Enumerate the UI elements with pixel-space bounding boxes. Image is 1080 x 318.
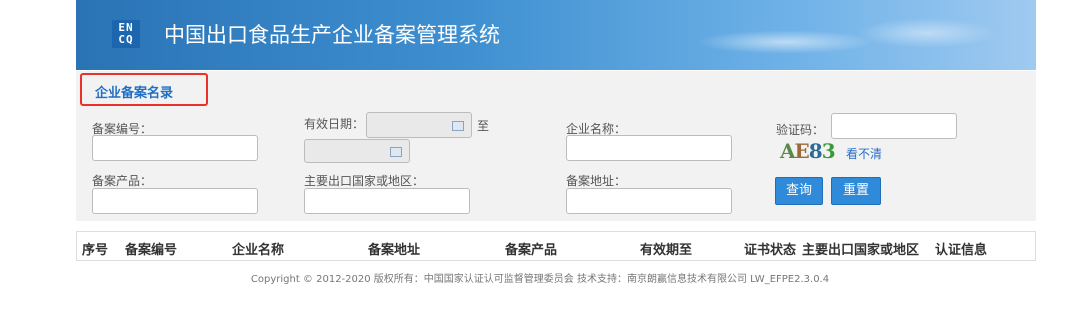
column-header: 企业名称	[232, 243, 285, 258]
footer-copyright: Copyright © 2012-2020 版权所有：中国国家认证认可监督管理委…	[250, 274, 830, 285]
country-label: 主要出口国家或地区：	[304, 174, 425, 188]
column-header: 序号	[82, 243, 109, 258]
country-input[interactable]	[304, 188, 470, 214]
results-table-header: 序号 备案编号 企业名称 备案地址 备案产品 有效期至 证书状态 主要出口国家或…	[76, 231, 1036, 261]
product-input[interactable]	[92, 188, 258, 214]
captcha-refresh-link[interactable]: 看不清	[846, 145, 882, 162]
header-cloud-decoration	[856, 18, 996, 48]
search-button[interactable]: 查询	[775, 177, 823, 205]
captcha-label: 验证码：	[776, 123, 825, 137]
address-label: 备案地址：	[566, 174, 627, 188]
record-no-input[interactable]	[92, 135, 258, 161]
column-header: 主要出口国家或地区	[802, 243, 920, 258]
valid-date-label: 有效日期：	[304, 117, 365, 131]
column-header: 认证信息	[935, 243, 988, 258]
site-header: EN CQ 中国出口食品生产企业备案管理系统	[76, 0, 1036, 70]
search-panel: 企业备案名录 备案编号： 有效日期： 至 企业名称： 验证码： AE83 看不清…	[76, 71, 1036, 221]
captcha-input[interactable]	[831, 113, 957, 139]
column-header: 有效期至	[640, 243, 693, 258]
column-header: 备案编号	[125, 243, 178, 258]
captcha-image: AE83	[780, 139, 836, 163]
product-label: 备案产品：	[92, 174, 153, 188]
reset-button[interactable]: 重置	[831, 177, 881, 205]
header-cloud-decoration	[696, 30, 876, 54]
valid-date-start-input[interactable]	[366, 112, 472, 138]
system-title: 中国出口食品生产企业备案管理系统	[164, 23, 500, 47]
logo-icon: EN CQ	[112, 20, 140, 48]
calendar-icon[interactable]	[452, 121, 464, 131]
address-input[interactable]	[566, 188, 732, 214]
column-header: 备案产品	[505, 243, 558, 258]
calendar-icon[interactable]	[390, 147, 402, 157]
column-header: 证书状态	[744, 243, 797, 258]
date-to-label: 至	[477, 119, 490, 133]
tab-label: 企业备案名录	[95, 86, 174, 101]
company-name-input[interactable]	[566, 135, 732, 161]
valid-date-end-input[interactable]	[304, 139, 410, 163]
column-header: 备案地址	[368, 243, 421, 258]
tab-enterprise-registry[interactable]: 企业备案名录	[80, 73, 208, 106]
